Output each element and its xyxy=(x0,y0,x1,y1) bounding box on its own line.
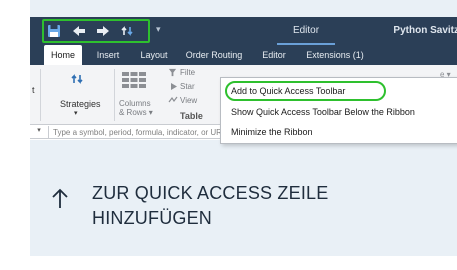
play-icon xyxy=(171,83,177,90)
app-screenshot: ▾ Editor Python Savitz Home Insert Layou… xyxy=(30,17,457,165)
symbol-dropdown-icon[interactable]: ▾ xyxy=(32,126,46,138)
tab-home[interactable]: Home xyxy=(44,45,82,65)
menu-item-show-qat-below[interactable]: Show Quick Access Toolbar Below the Ribb… xyxy=(231,104,415,120)
qat-highlight xyxy=(42,19,150,43)
ribbon-tabs: Home Insert Layout Order Routing Editor … xyxy=(30,45,457,65)
tab-insert[interactable]: Insert xyxy=(88,45,128,65)
columns-rows-icon[interactable] xyxy=(121,71,147,89)
view-icon xyxy=(168,96,178,103)
tab-layout[interactable]: Layout xyxy=(134,45,174,65)
menu-item-highlight xyxy=(225,81,386,101)
ribbon-separator xyxy=(40,69,41,121)
editor-context-label: Editor xyxy=(277,17,335,45)
columns-rows-label-1[interactable]: Columns xyxy=(119,99,151,108)
tab-order-routing[interactable]: Order Routing xyxy=(182,45,246,65)
strategies-icon[interactable] xyxy=(70,71,86,87)
tab-extensions[interactable]: Extensions (1) xyxy=(302,45,368,65)
tab-editor[interactable]: Editor xyxy=(254,45,294,65)
qat-dropdown-icon[interactable]: ▾ xyxy=(156,24,161,35)
window-title: Python Savitz xyxy=(393,25,457,36)
start-button[interactable]: Star xyxy=(180,82,195,91)
filter-icon xyxy=(168,68,177,77)
ribbon-separator xyxy=(114,69,115,121)
arrow-up-icon xyxy=(52,188,68,208)
view-button[interactable]: View xyxy=(180,96,197,105)
menu-item-minimize-ribbon[interactable]: Minimize the Ribbon xyxy=(231,124,313,140)
context-menu: Add to Quick Access Toolbar Show Quick A… xyxy=(220,77,457,144)
filter-button[interactable]: Filte xyxy=(180,68,195,77)
strategies-button[interactable]: Strategies xyxy=(60,99,101,109)
columns-rows-label-2[interactable]: & Rows ▾ xyxy=(119,108,153,117)
caption-text: ZUR QUICK ACCESS ZEILE HINZUFÜGEN xyxy=(92,183,329,228)
table-group-label: Table xyxy=(180,111,203,121)
cut-off-label: t xyxy=(32,85,35,95)
strategies-dropdown-icon[interactable]: ▾ xyxy=(74,109,78,117)
title-bar: ▾ Editor Python Savitz xyxy=(30,17,457,45)
